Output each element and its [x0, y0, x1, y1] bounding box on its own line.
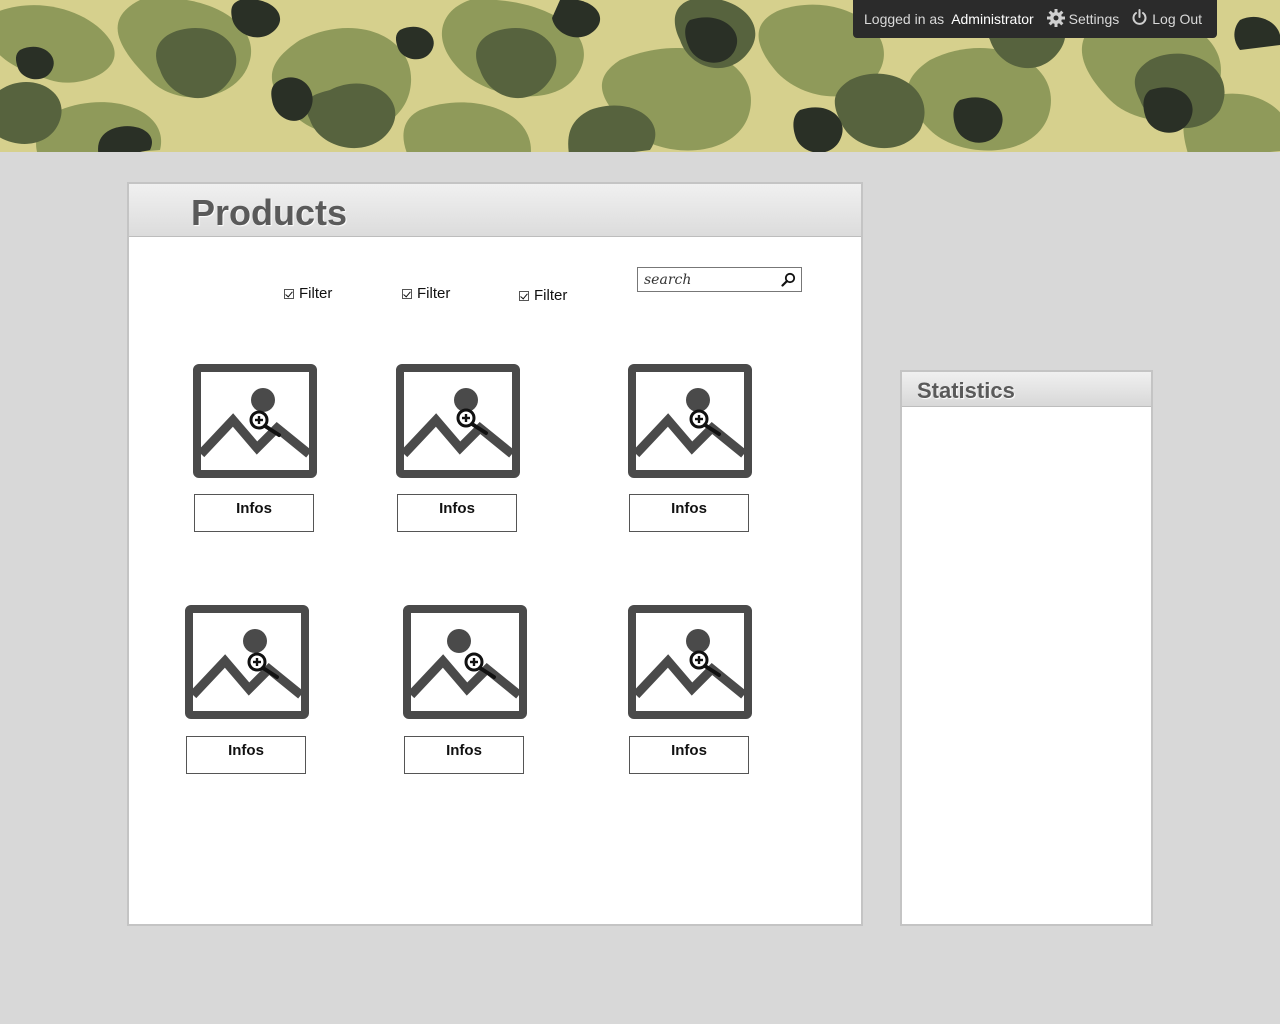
infos-button[interactable]: Infos [629, 494, 749, 532]
power-icon [1131, 9, 1148, 29]
user-name[interactable]: Administrator [951, 11, 1033, 27]
infos-button[interactable]: Infos [397, 494, 517, 532]
logged-in-label: Logged in as [864, 11, 945, 27]
filter-checkbox[interactable] [519, 290, 529, 301]
image-zoom-icon[interactable] [193, 364, 317, 483]
filter-label: Filter [534, 287, 568, 304]
filter-2[interactable]: Filter [402, 285, 450, 302]
statistics-panel: Statistics [900, 370, 1153, 926]
products-panel-header: Products [129, 184, 861, 237]
gear-icon [1046, 8, 1065, 30]
logout-label: Log Out [1152, 11, 1203, 27]
image-zoom-icon[interactable] [396, 364, 520, 483]
infos-button[interactable]: Infos [404, 736, 524, 774]
filter-1[interactable]: Filter [284, 285, 332, 302]
user-bar: Logged in as Administrator Settings Log … [853, 0, 1217, 38]
image-zoom-icon[interactable] [185, 605, 309, 724]
image-zoom-icon[interactable] [628, 605, 752, 724]
infos-button[interactable]: Infos [186, 736, 306, 774]
filter-checkbox[interactable] [402, 288, 412, 299]
search-icon[interactable] [781, 272, 796, 292]
products-panel: Products Filter Filter Filter search Inf… [127, 182, 863, 926]
image-zoom-icon[interactable] [628, 364, 752, 483]
image-zoom-icon[interactable] [403, 605, 527, 724]
filter-label: Filter [299, 285, 333, 302]
filter-3[interactable]: Filter [519, 287, 567, 304]
statistics-title: Statistics [917, 378, 1015, 403]
settings-label: Settings [1068, 11, 1120, 27]
search-box[interactable] [637, 267, 802, 292]
filter-label: Filter [417, 285, 451, 302]
infos-button[interactable]: Infos [629, 736, 749, 774]
settings-button[interactable]: Settings [1046, 8, 1120, 30]
statistics-panel-header: Statistics [902, 372, 1151, 407]
page-title: Products [191, 192, 348, 233]
filter-checkbox[interactable] [284, 288, 294, 299]
infos-button[interactable]: Infos [194, 494, 314, 532]
search-input[interactable] [644, 271, 774, 288]
logout-button[interactable]: Log Out [1131, 9, 1202, 29]
